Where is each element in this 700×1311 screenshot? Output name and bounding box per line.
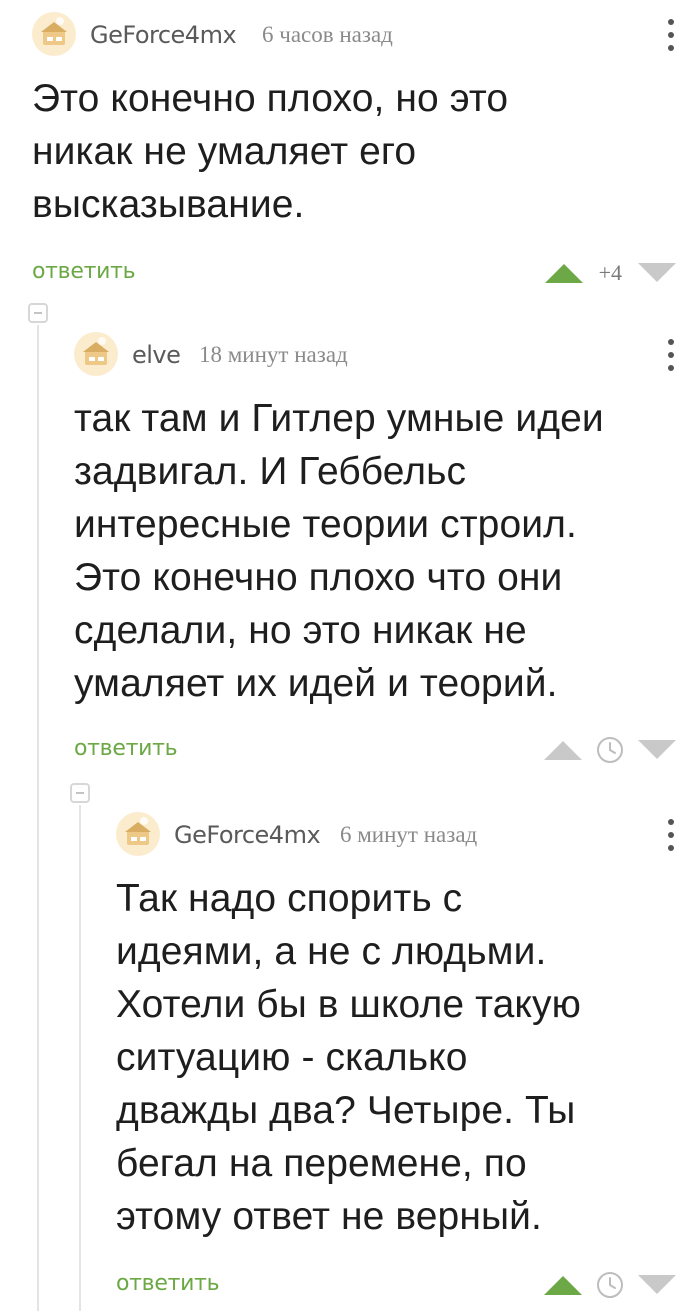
comment-text-line: идеями, а не с людьми. <box>116 930 547 973</box>
comment-actions: ответить +4 <box>32 251 676 301</box>
thread-line[interactable] <box>37 325 39 1311</box>
reply-button[interactable]: ответить <box>116 1271 220 1296</box>
vote-controls <box>544 1265 676 1305</box>
more-options-icon[interactable] <box>656 332 686 378</box>
comment-actions: ответить <box>74 728 676 778</box>
comment-text-line: так там и Гитлер умные идеи <box>74 397 604 440</box>
reply-button[interactable]: ответить <box>74 736 178 761</box>
comments-feed: GeForce4mx 6 часов назад Это конечно пло… <box>0 0 700 1311</box>
comment-author[interactable]: GeForce4mx <box>174 821 321 849</box>
comment-text-line: задвигал. И Геббельс <box>74 450 467 493</box>
comment-text-line: интересные теории строил. <box>74 503 577 546</box>
comment-timestamp: 6 часов назад <box>262 22 393 47</box>
vote-controls <box>544 730 676 770</box>
comment-text-line: Это конечно плохо что они <box>74 556 563 599</box>
collapse-thread-button[interactable] <box>70 783 90 803</box>
upvote-arrow-icon[interactable] <box>544 263 583 283</box>
avatar[interactable] <box>74 332 118 376</box>
comment-text-line: высказывание. <box>32 183 305 226</box>
clock-icon <box>597 1272 623 1298</box>
comment-header: GeForce4mx 6 минут назад <box>116 810 676 860</box>
comment: elve 18 минут назад так там и Гитлер умн… <box>74 330 676 778</box>
comment: GeForce4mx 6 минут назад Так надо спорит… <box>116 810 676 1311</box>
comment-text-line: ситуацию - скалько <box>116 1036 468 1079</box>
comment: GeForce4mx 6 часов назад Это конечно пло… <box>32 10 676 301</box>
more-options-icon[interactable] <box>656 812 686 858</box>
comment-actions: ответить <box>116 1263 676 1311</box>
comment-text-line: Хотели бы в школе такую <box>116 983 581 1026</box>
comment-text-line: бегал на перемене, по <box>116 1142 527 1185</box>
thread-line[interactable] <box>79 805 81 1311</box>
clock-icon <box>597 737 623 763</box>
avatar[interactable] <box>32 12 76 56</box>
default-avatar-icon <box>32 12 76 56</box>
comment-text-line: никак не умаляет его <box>32 130 417 173</box>
rating-value: +4 <box>598 260 622 285</box>
more-options-icon[interactable] <box>656 12 686 58</box>
comment-header: elve 18 минут назад <box>74 330 676 380</box>
upvote-arrow-icon[interactable] <box>544 740 582 760</box>
default-avatar-icon <box>74 332 118 376</box>
comment-author[interactable]: elve <box>132 341 181 369</box>
avatar[interactable] <box>116 812 160 856</box>
downvote-arrow-icon[interactable] <box>638 740 676 760</box>
comment-header: GeForce4mx 6 часов назад <box>32 10 676 60</box>
comment-author[interactable]: GeForce4mx <box>90 21 237 49</box>
comment-timestamp: 18 минут назад <box>199 342 348 367</box>
reply-button[interactable]: ответить <box>32 259 136 284</box>
comment-timestamp: 6 минут назад <box>340 822 478 847</box>
comment-text-line: Так надо спорить с <box>116 877 463 920</box>
collapse-thread-button[interactable] <box>28 303 48 323</box>
downvote-arrow-icon[interactable] <box>638 263 676 283</box>
comment-text-line: сделали, но это никак не <box>74 609 527 652</box>
comment-text-line: дважды два? Четыре. Ты <box>116 1089 576 1132</box>
default-avatar-icon <box>116 812 160 856</box>
comment-text-line: Это конечно плохо, но это <box>32 77 509 120</box>
vote-controls: +4 <box>544 253 676 293</box>
comment-text: Так надо спорить с идеями, а не с людьми… <box>116 872 676 1243</box>
comment-text-line: этому ответ не верный. <box>116 1195 542 1238</box>
downvote-arrow-icon[interactable] <box>638 1275 676 1295</box>
upvote-arrow-icon[interactable] <box>544 1275 582 1295</box>
comment-text: так там и Гитлер умные идеи задвигал. И … <box>74 392 676 710</box>
comment-text-line: умаляет их идей и теорий. <box>74 662 558 705</box>
comment-text: Это конечно плохо, но это никак не умаля… <box>32 72 676 231</box>
